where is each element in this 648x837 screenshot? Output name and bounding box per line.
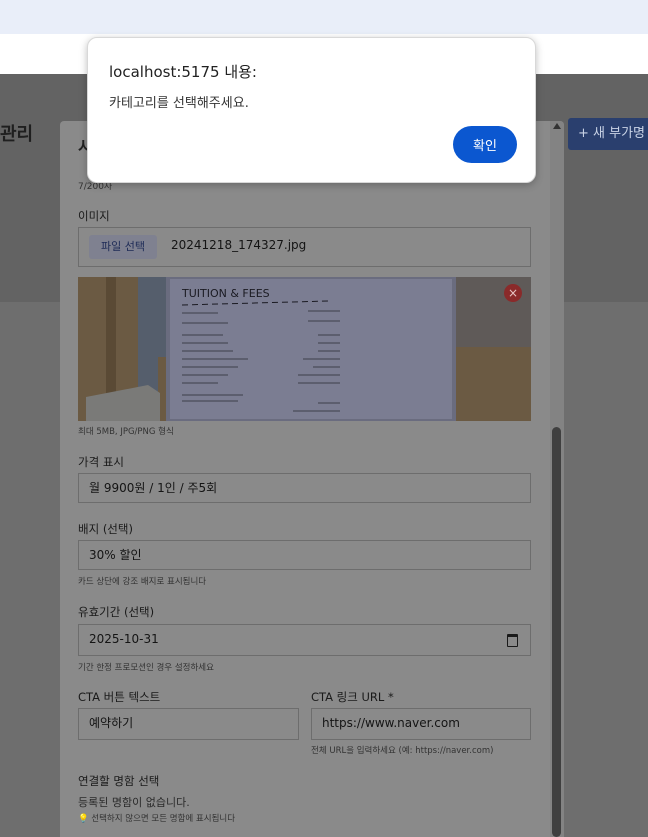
cta-url-label: CTA 링크 URL *	[311, 690, 394, 704]
clinic-empty-text: 등록된 명함이 없습니다.	[78, 796, 190, 809]
preview-text: TUITION & FEES	[181, 287, 270, 300]
edit-modal: 시 7/200자 이미지 파일 선택 20241218_174327.jpg T…	[60, 121, 564, 837]
alert-dialog: localhost:5175 내용: 카테고리를 선택해주세요. 확인	[87, 37, 536, 183]
cta-text-label: CTA 버튼 텍스트	[78, 690, 161, 704]
expiry-label: 유효기간 (선택)	[78, 605, 155, 619]
cta-text-input[interactable]: 예약하기	[78, 708, 299, 740]
dialog-title: localhost:5175 내용:	[109, 63, 257, 81]
preview-photo: TUITION & FEES	[78, 277, 531, 421]
clinic-select-label: 연결할 명함 선택	[78, 774, 160, 788]
expiry-hint: 기간 한정 프로모션인 경우 설정하세요	[78, 663, 214, 673]
dialog-ok-button[interactable]: 확인	[453, 126, 517, 163]
image-preview: TUITION & FEES ×	[78, 277, 531, 421]
dialog-message: 카테고리를 선택해주세요.	[109, 96, 249, 111]
browser-toolbar	[0, 0, 648, 34]
new-item-button[interactable]: + 새 부가명	[568, 118, 648, 150]
cta-url-hint: 전체 URL을 입력하세요 (예: https://naver.com)	[311, 746, 494, 756]
page-title: 관리	[0, 124, 34, 145]
image-label: 이미지	[78, 209, 110, 223]
expiry-date-input[interactable]: 2025-10-31	[78, 624, 531, 656]
remove-image-button[interactable]: ×	[504, 284, 522, 302]
expiry-value: 2025-10-31	[89, 632, 159, 646]
price-input[interactable]: 월 9900원 / 1인 / 주5회	[78, 473, 531, 503]
badge-hint: 카드 상단에 강조 배지로 표시됩니다	[78, 577, 207, 587]
scrollbar-thumb[interactable]	[552, 427, 561, 837]
file-select-button[interactable]: 파일 선택	[89, 235, 157, 259]
file-input[interactable]: 파일 선택 20241218_174327.jpg	[78, 227, 531, 267]
file-name: 20241218_174327.jpg	[171, 238, 307, 252]
cta-url-input[interactable]: https://www.naver.com	[311, 708, 531, 740]
badge-label: 배지 (선택)	[78, 522, 133, 536]
scroll-up-arrow-icon[interactable]	[553, 123, 561, 129]
badge-input[interactable]: 30% 할인	[78, 540, 531, 570]
calendar-icon[interactable]	[507, 634, 518, 647]
price-label: 가격 표시	[78, 455, 124, 469]
clinic-hint: 💡 선택하지 않으면 모든 명함에 표시됩니다	[78, 814, 236, 824]
image-hint: 최대 5MB, JPG/PNG 형식	[78, 427, 174, 437]
